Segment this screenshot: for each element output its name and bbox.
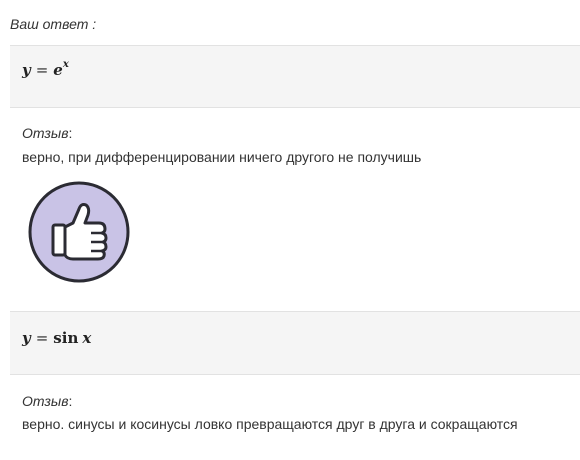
formula-argument: x [82,329,92,347]
answer-formula-2: y = sin x [22,329,91,347]
thumbs-up-icon [27,181,131,283]
answer-box-2: y = sin x [10,311,580,375]
feedback-title-text: Отзыв [22,125,69,141]
formula-equals: = [35,61,49,79]
answer-formula-1: y = ex [22,59,69,79]
feedback-title-colon: : [68,393,73,409]
feedback-title-2: Отзыв: [22,393,72,409]
formula-lhs: y [22,61,31,79]
formula-base: e [53,61,63,79]
feedback-text-1: верно, при дифференцировании ничего друг… [22,149,422,165]
feedback-title-1: Отзыв: [22,125,72,141]
formula-equals: = [35,329,49,347]
feedback-title-text: Отзыв [22,393,69,409]
formula-lhs: y [22,329,31,347]
your-answer-label: Ваш ответ : [10,16,97,32]
feedback-text-2: верно. синусы и косинусы ловко превращаю… [22,416,518,432]
formula-exponent: x [62,59,69,70]
feedback-title-colon: : [68,125,73,141]
formula-function: sin [53,329,79,347]
answer-box-1: y = ex [10,45,580,108]
